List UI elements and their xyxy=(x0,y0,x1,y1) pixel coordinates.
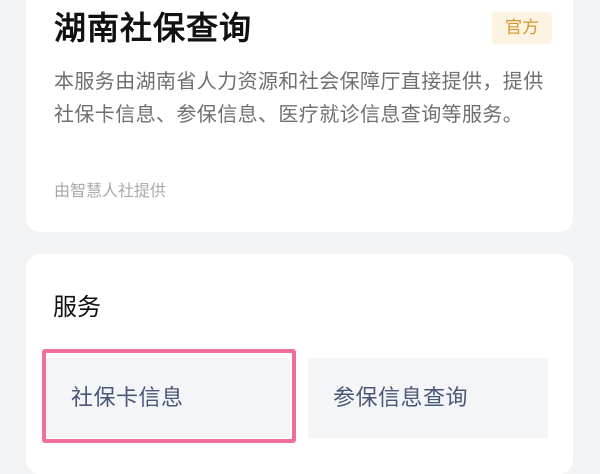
service-description: 本服务由湖南省人力资源和社会保障厅直接提供，提供社保卡信息、参保信息、医疗就诊信… xyxy=(54,69,544,126)
provider-text: 由智慧人社提供 xyxy=(54,181,167,200)
official-badge: 官方 xyxy=(492,12,552,44)
page-title: 湖南社保查询 xyxy=(54,9,253,47)
service-tile-label: 参保信息查询 xyxy=(333,386,469,411)
social-security-card-info-button[interactable]: 社保卡信息 xyxy=(46,358,290,438)
insurance-info-query-button[interactable]: 参保信息查询 xyxy=(308,358,548,438)
services-heading: 服务 xyxy=(53,293,101,321)
services-card: 服务 社保卡信息 参保信息查询 xyxy=(26,254,573,474)
service-tile-label: 社保卡信息 xyxy=(71,386,184,411)
service-info-card: 湖南社保查询 官方 本服务由湖南省人力资源和社会保障厅直接提供，提供社保卡信息、… xyxy=(26,0,573,232)
